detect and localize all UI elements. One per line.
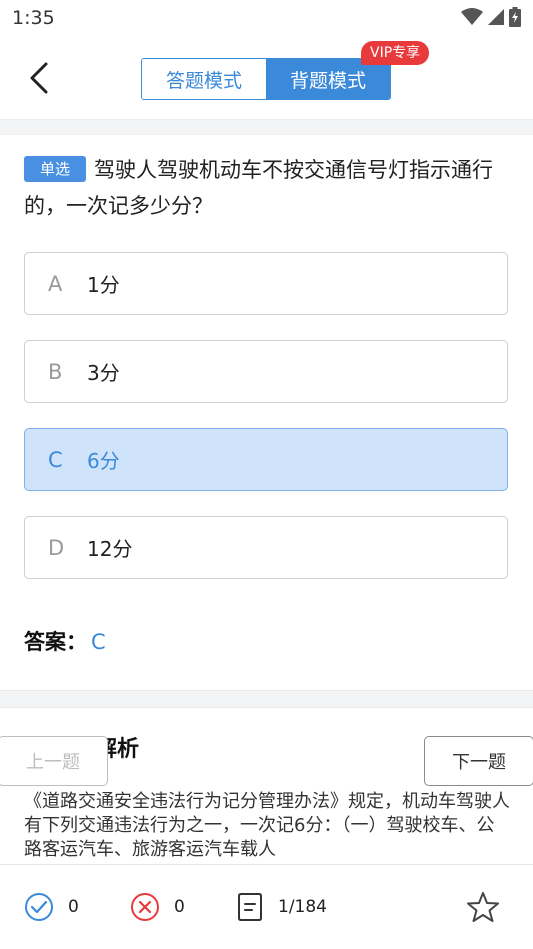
- progress-text: 1/184: [278, 897, 327, 917]
- wifi-icon: [461, 8, 483, 25]
- back-arrow-icon: [30, 62, 48, 94]
- mode-switch: 答题模式 背题模式: [141, 58, 391, 100]
- option-letter: B: [48, 359, 63, 384]
- back-button[interactable]: [22, 58, 62, 98]
- wrong-count: 0: [174, 897, 185, 917]
- vip-badge: VIP专享: [361, 41, 430, 65]
- answer-row: 答案： C: [24, 626, 106, 656]
- question-list-icon: [238, 893, 262, 921]
- option-text: 1分: [87, 273, 120, 297]
- correct-count: 0: [68, 897, 79, 917]
- status-time: 1:35: [12, 7, 55, 29]
- option-a[interactable]: A 1分: [24, 252, 508, 315]
- option-letter: C: [48, 447, 63, 472]
- cellular-signal-icon: [488, 9, 504, 25]
- question-text: 驾驶人驾驶机动车不按交通信号灯指示通行的，一次记多少分？: [24, 158, 494, 218]
- answer-value: C: [91, 630, 106, 654]
- option-letter: D: [48, 535, 65, 560]
- option-c[interactable]: C 6分: [24, 428, 508, 491]
- prev-question-button[interactable]: 上一题: [0, 736, 108, 786]
- question-text-block: 单选 驾驶人驾驶机动车不按交通信号灯指示通行的，一次记多少分？: [24, 152, 510, 224]
- battery-icon: [509, 7, 521, 27]
- status-icons: [461, 6, 521, 28]
- section-divider: [0, 119, 533, 135]
- option-text: 3分: [87, 361, 120, 385]
- option-text: 6分: [87, 449, 120, 473]
- option-text: 12分: [87, 537, 133, 561]
- cross-circle-icon: [131, 893, 159, 921]
- section-divider: [0, 690, 533, 708]
- star-icon: [467, 892, 499, 922]
- option-d[interactable]: D 12分: [24, 516, 508, 579]
- next-question-button[interactable]: 下一题: [424, 736, 533, 786]
- correct-count-stat[interactable]: 0: [24, 891, 79, 923]
- status-bar: 1:35: [0, 0, 533, 36]
- bottom-bar: 0 0 1/184: [0, 864, 533, 949]
- option-letter: A: [48, 271, 63, 296]
- wrong-count-stat[interactable]: 0: [130, 891, 185, 923]
- option-b[interactable]: B 3分: [24, 340, 508, 403]
- favorite-button[interactable]: [466, 891, 514, 923]
- tab-recite-mode[interactable]: 背题模式: [266, 59, 390, 99]
- analysis-text: 《道路交通安全违法行为记分管理办法》规定，机动车驾驶人有下列交通违法行为之一，一…: [24, 791, 510, 860]
- answer-label: 答案：: [24, 630, 87, 654]
- header: 答题模式 背题模式 VIP专享: [0, 36, 533, 120]
- check-circle-icon: [25, 893, 53, 921]
- question-type-badge: 单选: [24, 156, 87, 182]
- tab-answer-mode[interactable]: 答题模式: [142, 59, 266, 99]
- progress-stat[interactable]: 1/184: [236, 891, 327, 923]
